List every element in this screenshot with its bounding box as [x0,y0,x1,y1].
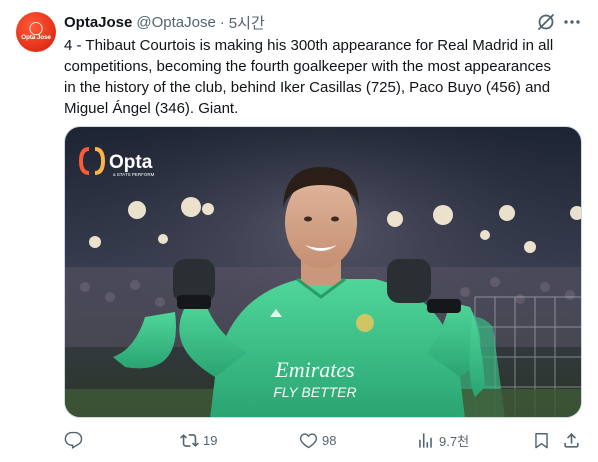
tweet-actions: 19 98 9.7천 [64,428,584,452]
retweet-button[interactable]: 19 [180,428,217,452]
avatar-label: Opta Jose [21,34,51,41]
timestamp[interactable]: 5시간 [229,12,265,33]
left-glove [173,259,215,309]
bookmark-button[interactable] [532,428,551,452]
author-handle[interactable]: @OptaJose [136,14,215,31]
shirt-sponsor: Emirates [274,357,354,382]
retweet-count: 19 [203,432,218,448]
grok-icon[interactable] [536,12,556,32]
tweet[interactable]: ◯ Opta Jose OptaJose @OptaJose · 5시간 4 -… [0,0,598,462]
heart-icon [299,432,318,448]
like-count: 98 [322,432,337,448]
reply-button[interactable] [64,428,83,452]
views-button[interactable]: 9.7천 [416,428,469,452]
avatar[interactable]: ◯ Opta Jose [16,12,56,52]
share-button[interactable] [562,428,581,452]
like-button[interactable]: 98 [299,428,336,452]
views-icon [419,432,432,448]
opta-watermark-text: Opta [109,152,153,173]
views-count: 9.7천 [439,433,470,449]
author-display-name[interactable]: OptaJose [64,14,132,31]
tweet-media-image[interactable]: Emirates FLY BETTER Opta a STATS PERFORM [64,126,582,418]
reply-icon [64,431,83,449]
retweet-icon [180,433,199,447]
share-icon [564,432,579,448]
bookmark-icon [535,432,548,448]
goalkeeper-photo: Emirates FLY BETTER Opta a STATS PERFORM [65,127,581,417]
shirt-sponsor-tagline: FLY BETTER [273,384,356,400]
opta-logo-icon: ◯ [28,20,44,35]
tweet-header: OptaJose @OptaJose · 5시간 [64,12,265,32]
more-options-icon[interactable] [562,12,582,32]
opta-watermark-subtext: a STATS PERFORM [113,172,155,177]
tweet-text: 4 - Thibaut Courtois is making his 300th… [64,37,554,117]
separator: · [219,13,225,31]
